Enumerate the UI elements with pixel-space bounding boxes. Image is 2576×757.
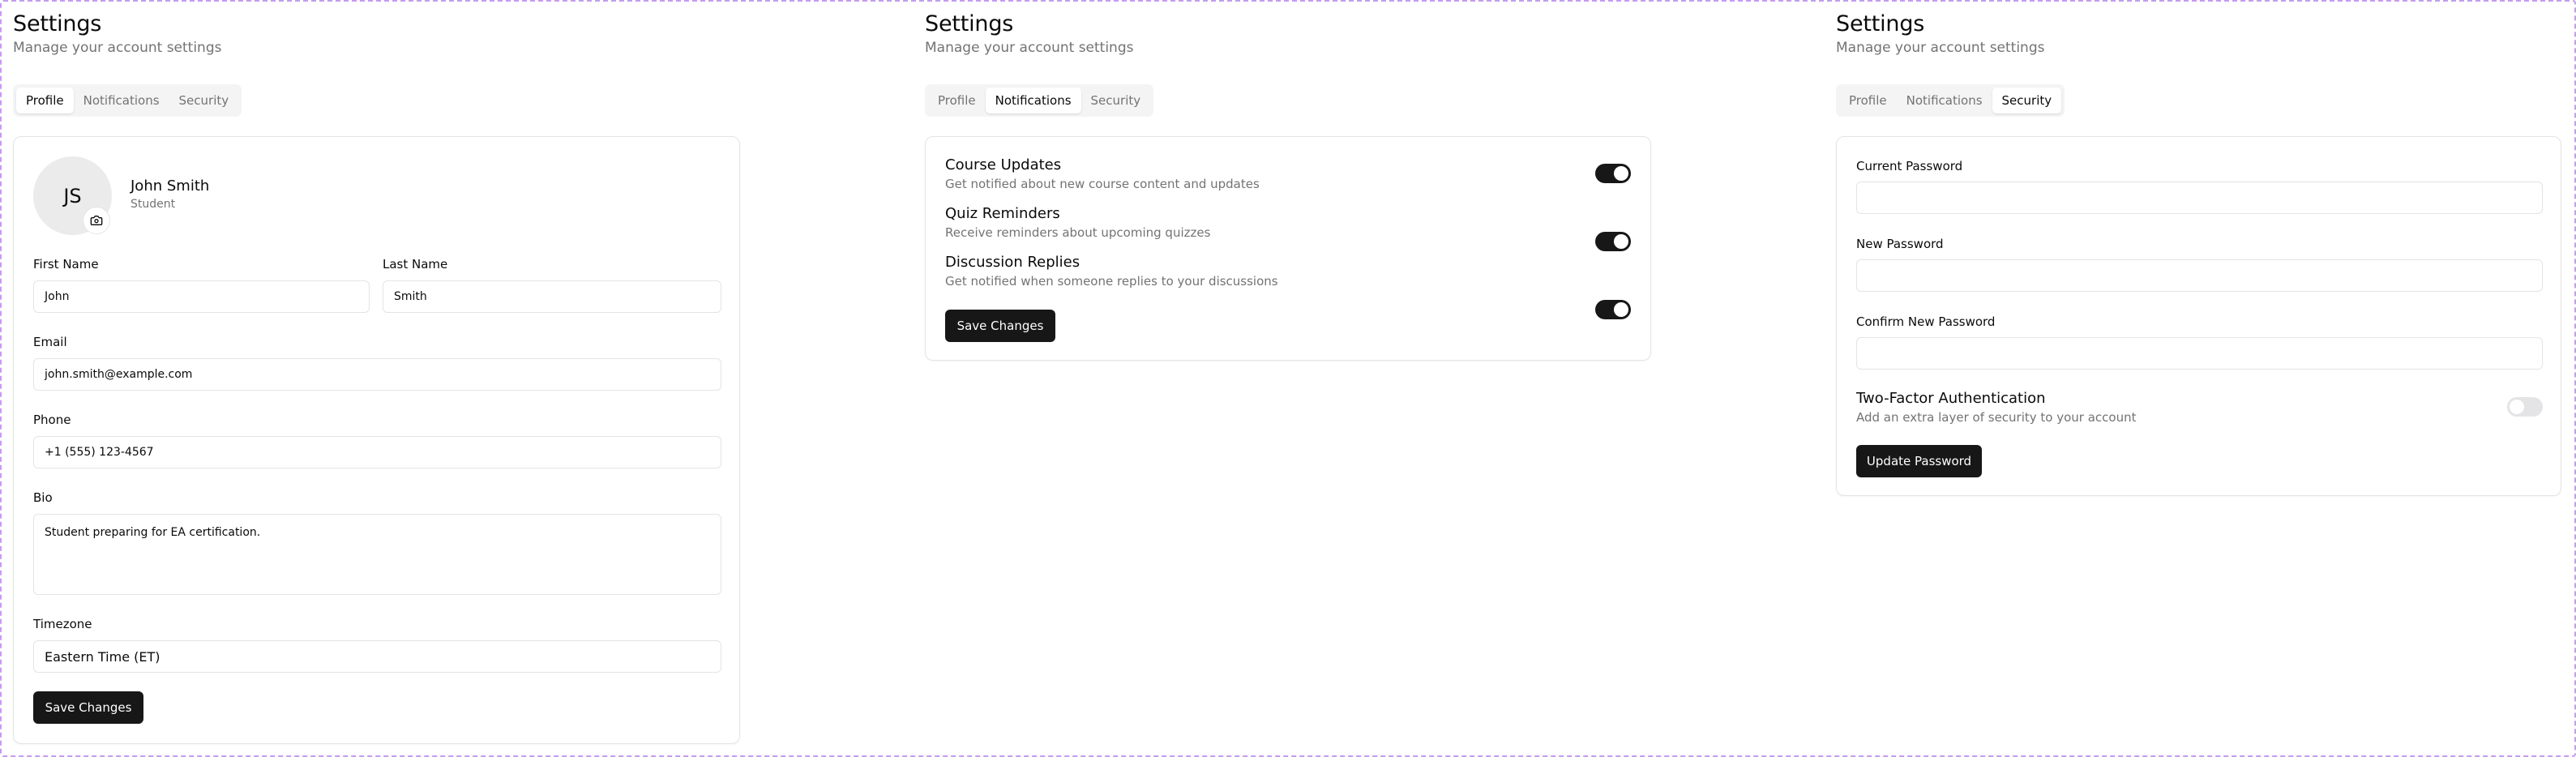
profile-name: John Smith <box>131 177 210 195</box>
toggle-knob <box>1614 234 1628 249</box>
page-title: Settings <box>13 11 102 36</box>
profile-card: JS John Smith Student First Name John La… <box>13 136 740 744</box>
settings-tabs: Profile Notifications Security <box>1836 84 2065 117</box>
bio-label: Bio <box>33 490 53 505</box>
page-title: Settings <box>925 11 1014 36</box>
tab-security[interactable]: Security <box>1992 88 2062 113</box>
current-password-label: Current Password <box>1856 159 1963 173</box>
page-subtitle: Manage your account settings <box>1836 40 2045 56</box>
new-password-label: New Password <box>1856 237 1944 251</box>
two-factor-desc: Add an extra layer of security to your a… <box>1856 410 2137 425</box>
camera-icon <box>90 216 103 225</box>
tab-profile[interactable]: Profile <box>1839 88 1897 113</box>
phone-label: Phone <box>33 413 71 427</box>
timezone-select[interactable]: Eastern Time (ET) <box>33 640 721 673</box>
toggle-knob <box>1614 166 1628 181</box>
tab-notifications[interactable]: Notifications <box>1897 88 1992 113</box>
notification-desc: Get notified when someone replies to you… <box>945 274 1278 289</box>
toggle-knob <box>2510 400 2524 414</box>
last-name-label: Last Name <box>383 257 448 272</box>
first-name-field[interactable]: John <box>33 280 370 313</box>
timezone-label: Timezone <box>33 617 92 631</box>
tab-profile[interactable]: Profile <box>928 88 986 113</box>
current-password-field[interactable] <box>1856 182 2543 214</box>
page-subtitle: Manage your account settings <box>925 40 1134 56</box>
tab-notifications[interactable]: Notifications <box>74 88 169 113</box>
notification-title: Discussion Replies <box>945 254 1080 271</box>
confirm-password-field[interactable] <box>1856 337 2543 370</box>
avatar-upload-button[interactable] <box>83 207 110 234</box>
page-subtitle: Manage your account settings <box>13 40 222 56</box>
save-changes-button[interactable]: Save Changes <box>33 691 143 724</box>
two-factor-title: Two-Factor Authentication <box>1856 390 2046 407</box>
security-card: Current Password New Password Confirm Ne… <box>1836 136 2561 496</box>
settings-tabs: Profile Notifications Security <box>925 84 1154 117</box>
two-factor-toggle[interactable] <box>2507 397 2543 417</box>
first-name-label: First Name <box>33 257 99 272</box>
new-password-field[interactable] <box>1856 259 2543 292</box>
notifications-card: Course Updates Get notified about new co… <box>925 136 1651 361</box>
tab-notifications[interactable]: Notifications <box>985 88 1081 113</box>
course-updates-toggle[interactable] <box>1595 164 1631 183</box>
quiz-reminders-toggle[interactable] <box>1595 232 1631 251</box>
notification-desc: Receive reminders about upcoming quizzes <box>945 225 1211 240</box>
email-label: Email <box>33 335 67 349</box>
notification-title: Course Updates <box>945 156 1062 173</box>
profile-role: Student <box>131 198 176 211</box>
save-changes-button[interactable]: Save Changes <box>945 310 1055 342</box>
phone-field[interactable]: +1 (555) 123-4567 <box>33 436 721 468</box>
discussion-replies-toggle[interactable] <box>1595 300 1631 319</box>
toggle-knob <box>1614 302 1628 317</box>
bio-textarea[interactable]: Student preparing for EA certification. <box>33 514 721 595</box>
avatar-wrapper: JS <box>33 156 112 235</box>
notification-desc: Get notified about new course content an… <box>945 177 1260 191</box>
tab-security[interactable]: Security <box>169 88 239 113</box>
email-field[interactable]: john.smith@example.com <box>33 358 721 391</box>
tab-profile[interactable]: Profile <box>16 88 74 113</box>
last-name-field[interactable]: Smith <box>383 280 721 313</box>
tab-security[interactable]: Security <box>1081 88 1151 113</box>
update-password-button[interactable]: Update Password <box>1856 445 1982 477</box>
settings-tabs: Profile Notifications Security <box>13 84 242 117</box>
confirm-password-label: Confirm New Password <box>1856 314 1996 329</box>
notification-title: Quiz Reminders <box>945 205 1060 222</box>
page-title: Settings <box>1836 11 1925 36</box>
